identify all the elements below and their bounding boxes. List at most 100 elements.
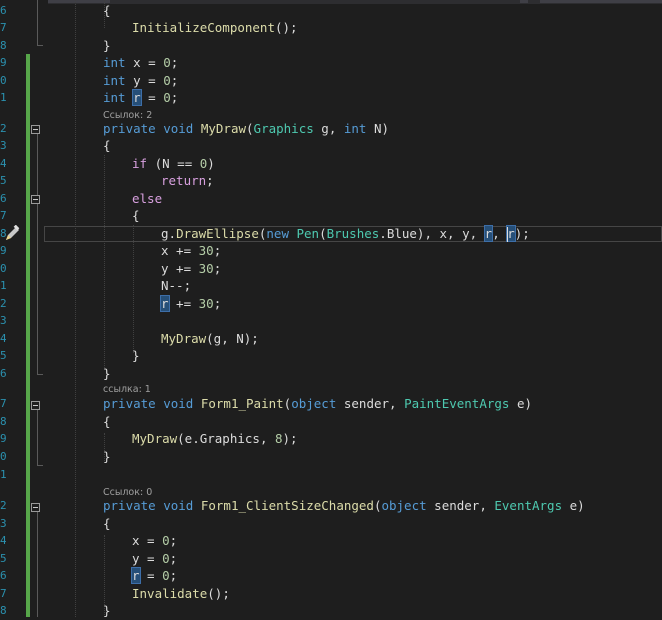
code-line[interactable]: }	[132, 347, 140, 365]
code-token: EventArgs	[494, 498, 563, 513]
code-line[interactable]: {	[103, 515, 111, 533]
collapse-minus-icon[interactable]	[31, 503, 40, 512]
collapse-minus-icon[interactable]	[31, 125, 40, 134]
code-token: }	[103, 603, 111, 618]
code-token: void	[163, 498, 194, 513]
code-token: PaintEventArgs	[404, 396, 510, 411]
code-token: g.	[161, 226, 177, 241]
line-number: 5	[0, 552, 6, 565]
code-line[interactable]: x += 30;	[161, 242, 221, 260]
editor-gutter: 678901234567890123456789012345678	[0, 0, 48, 617]
code-token: private	[103, 396, 156, 411]
code-token: 0	[163, 90, 171, 105]
code-token: object	[381, 498, 427, 513]
code-token: y =	[125, 73, 164, 88]
code-line[interactable]: else	[132, 190, 162, 208]
code-token: Form1_Paint	[200, 396, 284, 411]
code-token: }	[103, 449, 111, 464]
code-token: InitializeComponent	[132, 20, 275, 35]
code-token: e)	[509, 396, 533, 411]
code-token: ;	[213, 243, 222, 258]
code-token: return	[161, 173, 207, 188]
line-number: 3	[0, 139, 6, 152]
code-line[interactable]: MyDraw(e.Graphics, 8);	[132, 430, 298, 448]
code-token: DrawEllipse	[176, 226, 259, 241]
code-line[interactable]: }	[103, 37, 111, 55]
code-line[interactable]: Invalidate();	[132, 585, 230, 603]
outline-end	[37, 374, 43, 375]
code-token: new	[266, 226, 289, 241]
line-number: 4	[0, 534, 6, 547]
code-line[interactable]: {	[103, 137, 111, 155]
text-caret	[507, 227, 508, 242]
code-line[interactable]: int r = 0;	[103, 89, 178, 107]
indent-guide	[133, 225, 134, 353]
code-token: (N ==	[147, 156, 200, 171]
code-token: else	[132, 191, 163, 206]
code-token: int	[103, 73, 126, 88]
code-line[interactable]: }	[103, 448, 111, 466]
collapse-minus-icon[interactable]	[31, 401, 40, 410]
code-line[interactable]: InitializeComponent();	[132, 19, 298, 37]
line-number: 5	[0, 174, 6, 187]
code-line[interactable]: MyDraw(g, N);	[161, 330, 259, 348]
code-token: 30	[198, 243, 214, 258]
code-token: ;	[170, 90, 179, 105]
code-token: ;	[213, 296, 222, 311]
code-token: 0	[163, 55, 171, 70]
code-line[interactable]: }	[103, 365, 111, 383]
code-token: +=	[168, 296, 199, 311]
outline-line	[37, 0, 38, 45]
line-number: 2	[0, 297, 6, 310]
code-token: }	[103, 38, 111, 53]
code-line[interactable]: int x = 0;	[103, 54, 178, 72]
code-line[interactable]: r = 0;	[131, 567, 177, 585]
collapse-minus-icon[interactable]	[31, 195, 40, 204]
line-number: 1	[0, 468, 6, 481]
code-token: Form1_ClientSizeChanged	[200, 498, 374, 513]
code-line[interactable]: }	[103, 602, 111, 620]
line-number: 4	[0, 157, 6, 170]
code-token: {	[103, 516, 111, 531]
code-line[interactable]: int y = 0;	[103, 72, 178, 90]
line-number: 2	[0, 499, 6, 512]
code-token: Brushes	[326, 226, 380, 241]
line-number: 5	[0, 349, 6, 362]
code-line[interactable]: {	[103, 413, 111, 431]
code-token: ();	[207, 586, 230, 601]
code-token: y +=	[161, 261, 199, 276]
code-line[interactable]: private void MyDraw(Graphics g, int N)	[103, 120, 389, 138]
line-number: 0	[0, 74, 6, 87]
code-token: int	[103, 90, 126, 105]
code-line[interactable]: private void Form1_ClientSizeChanged(obj…	[103, 497, 585, 515]
code-line[interactable]: {	[132, 207, 140, 225]
code-line[interactable]: g.DrawEllipse(new Pen(Brushes.Blue), x, …	[161, 225, 530, 243]
code-line[interactable]: y = 0;	[132, 550, 177, 568]
line-number: 9	[0, 432, 6, 445]
code-line[interactable]: y += 30;	[161, 260, 221, 278]
code-token: 30	[198, 261, 214, 276]
code-line[interactable]: return;	[161, 172, 214, 190]
pencil-edit-icon[interactable]	[3, 225, 23, 243]
highlighted-reference: r	[506, 225, 516, 242]
code-token: }	[132, 348, 140, 363]
code-token: int	[103, 55, 126, 70]
code-line[interactable]: private void Form1_Paint(object sender, …	[103, 395, 532, 413]
code-token: Pen	[296, 226, 320, 241]
code-token: 0	[163, 73, 171, 88]
code-line[interactable]: x = 0;	[132, 532, 177, 550]
outline-end	[37, 465, 43, 466]
code-token: {	[103, 138, 111, 153]
indent-guide	[75, 0, 76, 617]
code-token: (g, N);	[206, 331, 259, 346]
code-token: ;	[170, 73, 179, 88]
code-line[interactable]: r += 30;	[160, 295, 222, 313]
code-line[interactable]: if (N == 0)	[132, 155, 215, 173]
code-token: )	[207, 156, 215, 171]
code-token: {	[103, 414, 111, 429]
code-line[interactable]: N--;	[161, 277, 191, 295]
code-token: private	[103, 121, 156, 136]
code-token: (e.Graphics,	[177, 431, 275, 446]
code-line[interactable]: {	[103, 2, 111, 20]
code-token: if	[132, 156, 148, 171]
